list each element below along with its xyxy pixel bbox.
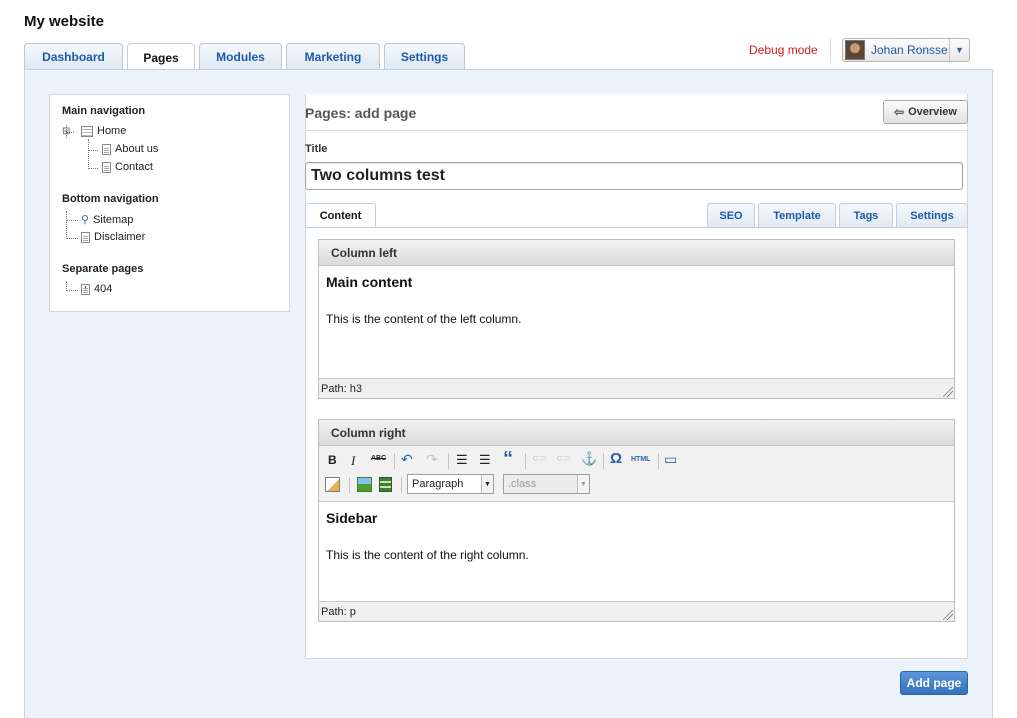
tree-heading-main: Main navigation — [62, 105, 146, 117]
editor-heading: Main content — [326, 274, 413, 290]
tab-content[interactable]: Content — [305, 203, 376, 228]
tree-item-contact[interactable]: Contact — [102, 161, 153, 173]
tree-item-about-us[interactable]: About us — [102, 143, 158, 155]
tree-item-404[interactable]: ! 404 — [81, 283, 112, 295]
debug-mode-link[interactable]: Debug mode — [749, 43, 818, 57]
insert-media-icon[interactable] — [379, 477, 392, 492]
main-tab-bar: Dashboard Pages Modules Marketing Settin… — [24, 43, 465, 71]
editor-toolbar: B I ABC ↶ ↷ ☰ ☰ “ ⊂⊃ ⊂⊃ ⚓ Ω HTML ▭ Parag… — [319, 446, 954, 502]
avatar — [845, 40, 865, 60]
editor-paragraph: This is the content of the right column. — [326, 548, 529, 562]
overview-label: Overview — [908, 106, 957, 118]
tab-marketing[interactable]: Marketing — [286, 43, 380, 70]
heading-divider — [305, 130, 968, 131]
editor-header: Column right — [319, 420, 954, 446]
fullscreen-icon[interactable]: ▭ — [664, 451, 677, 468]
resize-handle-icon[interactable] — [943, 610, 953, 620]
unlink-icon[interactable]: ⊂⊃ — [556, 453, 571, 464]
chevron-down-icon: ▼ — [481, 475, 493, 493]
tree-item-label: Contact — [115, 161, 153, 173]
link-icon[interactable]: ⊂⊃ — [532, 453, 547, 464]
tree-heading-separate: Separate pages — [62, 263, 144, 275]
tab-settings-content[interactable]: Settings — [896, 203, 968, 227]
tree-item-sitemap[interactable]: ⚲ Sitemap — [81, 213, 134, 227]
tab-modules[interactable]: Modules — [199, 43, 282, 70]
tree-item-home[interactable]: ⊟ Home — [62, 125, 126, 137]
anchor-icon[interactable]: ⚓ — [581, 451, 597, 467]
class-select[interactable]: .class ▼ — [503, 474, 590, 494]
tree-item-disclaimer[interactable]: Disclaimer — [81, 231, 145, 243]
chevron-down-icon[interactable]: ▼ — [949, 39, 969, 61]
tree-heading-bottom: Bottom navigation — [62, 193, 159, 205]
tab-dashboard[interactable]: Dashboard — [24, 43, 123, 70]
overview-button[interactable]: ⇦ Overview — [883, 100, 968, 124]
bullet-list-icon[interactable]: ☰ — [456, 452, 468, 468]
tab-pages[interactable]: Pages — [127, 43, 195, 71]
arrow-left-icon: ⇦ — [894, 105, 905, 119]
undo-icon[interactable]: ↶ — [401, 451, 413, 468]
page-icon — [102, 161, 111, 173]
title-label: Title — [305, 143, 328, 155]
editor-status-path: Path: h3 — [319, 378, 954, 398]
blockquote-icon[interactable]: “ — [503, 448, 513, 471]
title-field[interactable] — [305, 162, 963, 190]
sitemap-icon: ⚲ — [81, 214, 90, 226]
tree-item-label: Sitemap — [93, 213, 134, 226]
editor-content-area[interactable]: Sidebar This is the content of the right… — [319, 502, 954, 570]
editor-content-area[interactable]: Main content This is the content of the … — [319, 266, 954, 334]
editor-column-right: Column right B I ABC ↶ ↷ ☰ ☰ “ ⊂⊃ ⊂⊃ ⚓ Ω… — [318, 419, 955, 622]
tree-item-label: 404 — [94, 283, 113, 295]
page-title: Pages: add page — [305, 105, 417, 121]
html-source-icon[interactable]: HTML — [631, 456, 650, 463]
page-list-icon — [81, 125, 93, 137]
tab-bottom-rule — [305, 227, 968, 228]
page-tree: Main navigation ⊟ Home About us Contact … — [49, 94, 290, 312]
add-page-button[interactable]: Add page — [900, 671, 968, 695]
tab-settings[interactable]: Settings — [384, 43, 465, 70]
user-name: Johan Ronsse — [871, 43, 948, 57]
editor-heading: Sidebar — [326, 510, 378, 526]
special-character-icon[interactable]: Ω — [610, 450, 622, 467]
chevron-down-icon: ▼ — [577, 475, 589, 493]
editor-status-path: Path: p — [319, 601, 954, 621]
strikethrough-icon[interactable]: ABC — [371, 455, 386, 462]
insert-image-icon[interactable] — [357, 477, 372, 492]
tree-item-label: Disclaimer — [94, 231, 146, 243]
tab-seo[interactable]: SEO — [707, 203, 755, 227]
editor-paragraph: This is the content of the left column. — [326, 312, 522, 326]
site-title: My website — [24, 13, 105, 30]
header-divider — [830, 39, 831, 63]
italic-icon[interactable]: I — [351, 453, 355, 469]
numbered-list-icon[interactable]: ☰ — [479, 452, 491, 468]
redo-icon[interactable]: ↷ — [426, 451, 438, 468]
tree-item-label: Home — [97, 125, 127, 137]
user-menu-button[interactable]: Johan Ronsse ▼ — [842, 38, 970, 62]
tree-item-label: About us — [115, 143, 159, 155]
editor-column-left: Column left Main content This is the con… — [318, 239, 955, 399]
resize-handle-icon[interactable] — [943, 387, 953, 397]
editor-header: Column left — [319, 240, 954, 266]
edit-content-icon[interactable] — [325, 477, 340, 492]
error-page-icon: ! — [81, 283, 90, 295]
collapse-icon[interactable]: ⊟ — [62, 126, 71, 137]
format-select-value: Paragraph — [412, 478, 464, 490]
format-select[interactable]: Paragraph ▼ — [407, 474, 494, 494]
tab-template[interactable]: Template — [758, 203, 836, 227]
class-select-value: .class — [508, 478, 537, 490]
bold-icon[interactable]: B — [328, 453, 337, 467]
page-icon — [81, 231, 90, 243]
page-icon — [102, 143, 111, 155]
tab-tags[interactable]: Tags — [839, 203, 893, 227]
